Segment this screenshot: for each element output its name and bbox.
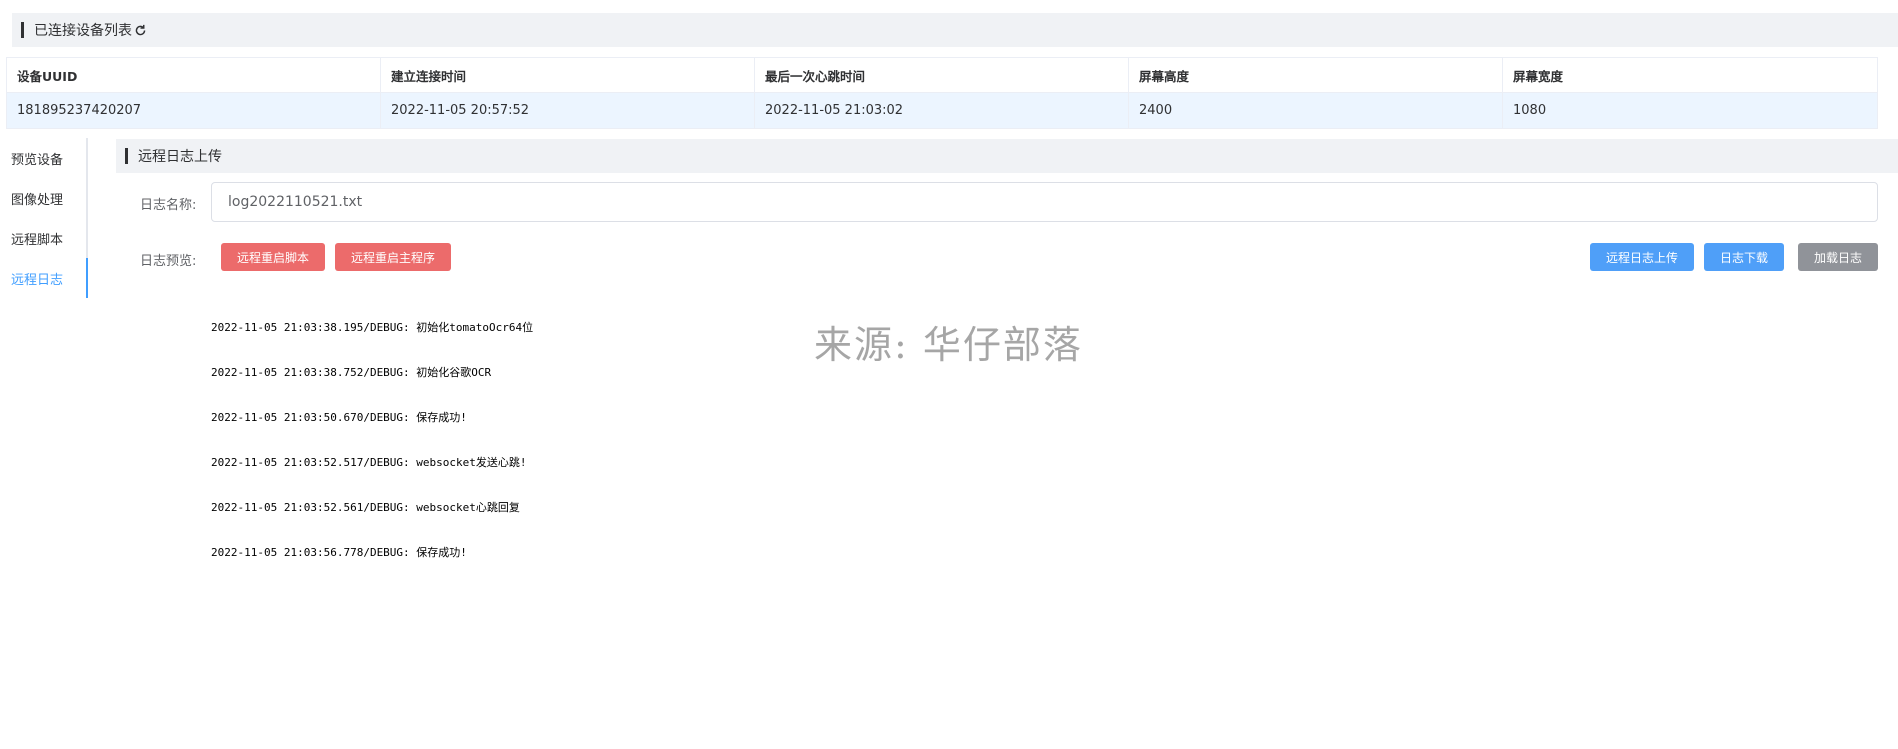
log-panel-title: 远程日志上传 bbox=[138, 149, 222, 165]
table-cell: 1080 bbox=[1513, 103, 1547, 118]
column-header[interactable]: 建立连接时间 bbox=[381, 58, 755, 92]
log-panel-header: 远程日志上传 bbox=[116, 139, 1898, 173]
side-nav-item-remote-log[interactable]: 远程日志 bbox=[0, 258, 88, 298]
table-cell: 2022-11-05 20:57:52 bbox=[381, 93, 755, 128]
log-line: 2022-11-05 21:03:52.517/DEBUG: websocket… bbox=[211, 456, 527, 469]
log-line: 2022-11-05 21:03:38.195/DEBUG: 初始化tomato… bbox=[211, 321, 534, 334]
side-nav: 预览设备 图像处理 远程脚本 远程日志 bbox=[0, 138, 88, 298]
watermark: 来源: 华仔部落 bbox=[814, 323, 1083, 367]
log-preview-label: 日志预览: bbox=[140, 254, 197, 269]
log-line: 2022-11-05 21:03:50.670/DEBUG: 保存成功! bbox=[211, 411, 467, 424]
table-cell: 181895237420207 bbox=[7, 93, 381, 128]
column-header[interactable]: 最后一次心跳时间 bbox=[755, 58, 1129, 92]
table-row[interactable]: 181895237420207 2022-11-05 20:57:52 2022… bbox=[7, 93, 1877, 128]
devices-panel-title: 已连接设备列表 bbox=[34, 23, 132, 39]
side-nav-item-remote-script[interactable]: 远程脚本 bbox=[0, 218, 88, 258]
side-nav-item-image-processing[interactable]: 图像处理 bbox=[0, 178, 88, 218]
refresh-icon[interactable] bbox=[134, 24, 147, 37]
column-header[interactable]: 屏幕宽度 bbox=[1503, 58, 1877, 92]
download-log-button[interactable]: 日志下载 bbox=[1704, 243, 1784, 271]
log-name-value: log2022110521.txt bbox=[228, 194, 363, 210]
column-header[interactable]: 屏幕高度 bbox=[1129, 58, 1503, 92]
header-accent-bar bbox=[125, 148, 128, 164]
table-cell: 2400 bbox=[1129, 93, 1503, 128]
log-name-label: 日志名称: bbox=[140, 198, 197, 213]
log-line: 2022-11-05 21:03:52.561/DEBUG: websocket… bbox=[211, 501, 520, 514]
header-accent-bar bbox=[21, 22, 24, 38]
side-nav-item-preview-device[interactable]: 预览设备 bbox=[0, 138, 88, 178]
upload-log-button[interactable]: 远程日志上传 bbox=[1590, 243, 1694, 271]
log-line: 2022-11-05 21:03:38.752/DEBUG: 初始化谷歌OCR bbox=[211, 366, 492, 379]
load-log-button[interactable]: 加载日志 bbox=[1798, 243, 1878, 271]
devices-panel-header: 已连接设备列表 bbox=[12, 13, 1898, 47]
restart-script-button[interactable]: 远程重启脚本 bbox=[221, 243, 325, 271]
device-table: 设备UUID 建立连接时间 最后一次心跳时间 屏幕高度 屏幕宽度 1818952… bbox=[6, 57, 1878, 129]
log-name-input[interactable]: log2022110521.txt bbox=[211, 182, 1878, 222]
table-cell: 2022-11-05 21:03:02 bbox=[755, 93, 1129, 128]
log-line: 2022-11-05 21:03:56.778/DEBUG: 保存成功! bbox=[211, 546, 467, 559]
column-header[interactable]: 设备UUID bbox=[7, 58, 381, 92]
log-preview: 2022-11-05 21:03:38.195/DEBUG: 初始化tomato… bbox=[211, 290, 533, 575]
restart-main-button[interactable]: 远程重启主程序 bbox=[335, 243, 451, 271]
table-header-row: 设备UUID 建立连接时间 最后一次心跳时间 屏幕高度 屏幕宽度 bbox=[7, 58, 1877, 93]
